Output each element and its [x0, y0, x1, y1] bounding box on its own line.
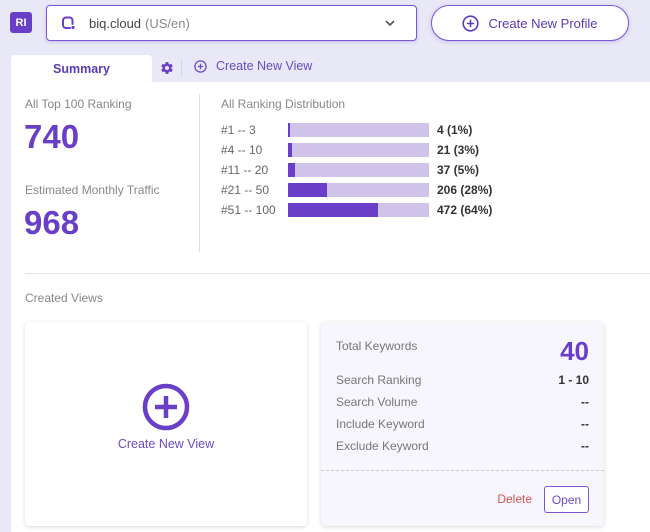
distribution-bar-fill	[288, 163, 296, 177]
top100-ranking-label: All Top 100 Ranking	[25, 97, 132, 111]
distribution-row: #4 -- 10 21 (3%)	[221, 143, 479, 157]
distribution-range-label: #21 -- 50	[221, 183, 270, 197]
view-detail-row: Search Ranking 1 - 10	[336, 373, 589, 387]
create-new-view-label: Create New View	[117, 437, 215, 451]
distribution-row: #1 -- 3 4 (1%)	[221, 123, 472, 137]
distribution-bar-track	[288, 183, 429, 197]
detail-label: Search Ranking	[336, 373, 422, 387]
total-keywords-value: 40	[560, 336, 589, 366]
plus-circle-icon	[142, 383, 190, 431]
tab-summary-label: Summary	[53, 61, 110, 76]
distribution-row: #51 -- 100 472 (64%)	[221, 203, 492, 217]
tab-create-new-view-label: Create New View	[216, 59, 313, 73]
summary-panel: All Top 100 Ranking 740 Estimated Monthl…	[11, 82, 650, 532]
total-keywords-row: Total Keywords 40	[336, 336, 589, 367]
distribution-bar-fill	[288, 203, 379, 217]
create-new-profile-label: Create New Profile	[488, 15, 598, 31]
tab-summary[interactable]: Summary	[11, 55, 152, 82]
total-keywords-label: Total Keywords	[336, 339, 418, 353]
view-detail-row: Include Keyword --	[336, 417, 589, 431]
detail-label: Search Volume	[336, 395, 418, 409]
vertical-divider	[199, 94, 200, 252]
distribution-bar-fill	[288, 123, 291, 137]
chevron-down-icon[interactable]	[384, 17, 396, 29]
tab-create-new-view[interactable]: Create New View	[194, 59, 312, 73]
distribution-bar-fill	[288, 183, 328, 197]
detail-value: --	[581, 395, 589, 409]
section-divider	[25, 273, 650, 274]
view-detail-row: Search Volume --	[336, 395, 589, 409]
tab-divider	[181, 59, 182, 77]
distribution-count-label: 37 (5%)	[437, 163, 480, 177]
distribution-bar-track	[288, 203, 429, 217]
created-views-title: Created Views	[25, 291, 103, 305]
create-new-view-card[interactable]: Create New View	[25, 322, 307, 526]
detail-value: --	[581, 439, 589, 453]
detail-label: Exclude Keyword	[336, 439, 429, 453]
view-card: Total Keywords 40 Search Ranking 1 - 10 …	[321, 322, 604, 526]
delete-view-button[interactable]: Delete	[497, 492, 532, 506]
monthly-traffic-value: 968	[24, 204, 80, 241]
detail-label: Include Keyword	[336, 417, 425, 431]
distribution-row: #21 -- 50 206 (28%)	[221, 183, 492, 197]
site-icon	[61, 16, 75, 30]
create-new-profile-button[interactable]: Create New Profile	[431, 5, 629, 41]
app-logo: RI	[10, 12, 32, 33]
distribution-range-label: #51 -- 100	[221, 203, 276, 217]
distribution-count-label: 21 (3%)	[437, 143, 480, 157]
view-detail-row: Exclude Keyword --	[336, 439, 589, 453]
monthly-traffic-label: Estimated Monthly Traffic	[25, 183, 160, 197]
detail-value: 1 - 10	[558, 373, 589, 387]
profile-select[interactable]: biq.cloud (US/en)	[46, 5, 417, 41]
distribution-bar-fill	[288, 143, 293, 157]
open-view-button[interactable]: Open	[544, 486, 589, 513]
distribution-range-label: #1 -- 3	[221, 123, 256, 137]
profile-site-name: biq.cloud	[89, 15, 142, 31]
plus-circle-icon	[462, 14, 480, 32]
distribution-count-label: 4 (1%)	[437, 123, 473, 137]
top100-ranking-value: 740	[24, 118, 80, 155]
distribution-count-label: 206 (28%)	[437, 183, 493, 197]
profile-locale: (US/en)	[145, 15, 190, 31]
gear-icon[interactable]	[160, 61, 174, 75]
card-divider	[321, 470, 604, 471]
distribution-bar-track	[288, 123, 429, 137]
distribution-range-label: #4 -- 10	[221, 143, 263, 157]
distribution-row: #11 -- 20 37 (5%)	[221, 163, 479, 177]
distribution-bar-track	[288, 143, 429, 157]
distribution-count-label: 472 (64%)	[437, 203, 493, 217]
detail-value: --	[581, 417, 589, 431]
distribution-range-label: #11 -- 20	[221, 163, 269, 177]
distribution-bar-track	[288, 163, 429, 177]
plus-circle-icon	[194, 59, 207, 73]
ranking-distribution-title: All Ranking Distribution	[221, 97, 346, 111]
